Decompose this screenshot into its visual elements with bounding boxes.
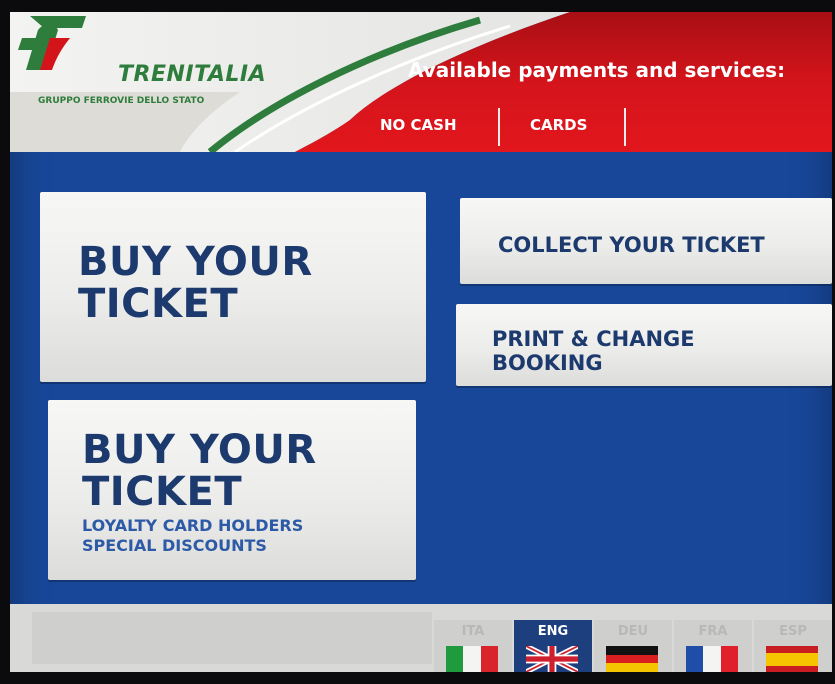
bottom-message-area	[32, 612, 432, 664]
language-option-deu[interactable]: DEU	[594, 620, 672, 672]
loyalty-subtitle-1: LOYALTY CARD HOLDERS	[82, 516, 304, 535]
print-change-line1: PRINT & CHANGE	[492, 327, 695, 351]
trenitalia-logo-icon	[18, 16, 86, 70]
print-change-line2: BOOKING	[492, 351, 603, 375]
language-code: ITA	[461, 624, 485, 639]
collect-ticket-button[interactable]: COLLECT YOUR TICKET	[460, 198, 832, 284]
germany-flag-icon	[606, 646, 658, 672]
language-code: FRA	[698, 624, 728, 639]
payments-title: Available payments and services:	[408, 58, 786, 82]
language-option-ita[interactable]: ITA	[434, 620, 512, 672]
language-code: ENG	[537, 624, 569, 639]
italy-flag-icon	[446, 646, 498, 672]
print-change-booking-button[interactable]: PRINT & CHANGE BOOKING	[456, 304, 832, 386]
spain-flag-icon	[766, 646, 818, 672]
language-option-esp[interactable]: ESP	[754, 620, 832, 672]
uk-flag-icon	[526, 646, 578, 672]
buy-ticket-line2: TICKET	[78, 281, 239, 327]
language-code: DEU	[617, 624, 649, 639]
brand-subtitle: GRUPPO FERROVIE DELLO STATO	[38, 96, 205, 106]
france-flag-icon	[686, 646, 738, 672]
buy-ticket-loyalty-line2: TICKET	[82, 469, 243, 515]
brand-name: TRENITALIA	[118, 62, 267, 87]
buy-ticket-loyalty-button[interactable]: BUY YOUR TICKET LOYALTY CARD HOLDERS SPE…	[48, 400, 416, 580]
buy-ticket-loyalty-line1: BUY YOUR	[82, 427, 317, 473]
payment-option-cards: CARDS	[530, 116, 588, 134]
payment-separator	[624, 108, 626, 146]
kiosk-screen: TRENITALIA GRUPPO FERROVIE DELLO STATO A…	[10, 12, 832, 672]
loyalty-subtitle-2: SPECIAL DISCOUNTS	[82, 536, 267, 555]
header: TRENITALIA GRUPPO FERROVIE DELLO STATO A…	[10, 12, 832, 152]
payment-option-no-cash: NO CASH	[380, 116, 457, 134]
buy-ticket-line1: BUY YOUR	[78, 239, 313, 285]
buy-ticket-button[interactable]: BUY YOUR TICKET	[40, 192, 426, 382]
collect-ticket-label: COLLECT YOUR TICKET	[498, 233, 765, 257]
language-option-fra[interactable]: FRA	[674, 620, 752, 672]
language-code: ESP	[779, 624, 807, 639]
language-option-eng[interactable]: ENG	[514, 620, 592, 672]
payment-separator	[498, 108, 500, 146]
